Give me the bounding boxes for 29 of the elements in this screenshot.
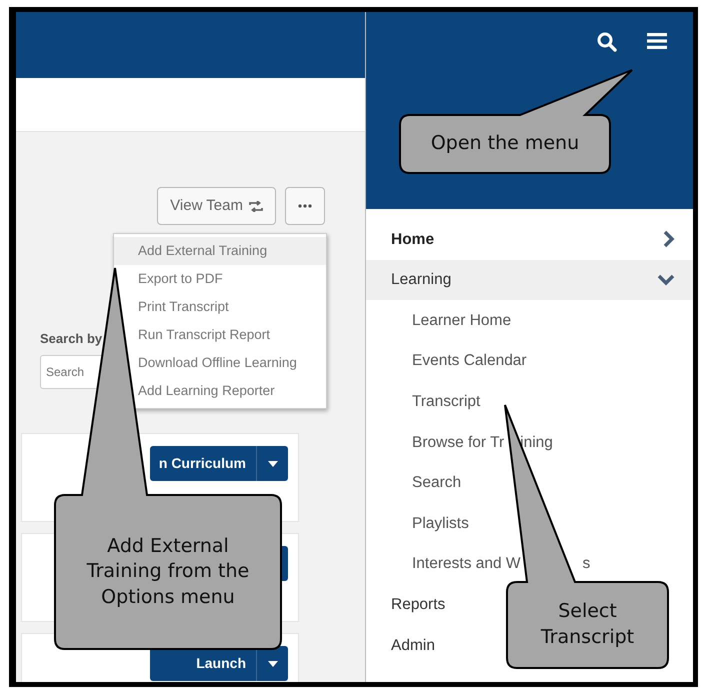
dropdown-button[interactable] (256, 646, 288, 681)
nav-item[interactable]: Learning (366, 260, 693, 300)
search-button[interactable] (597, 32, 617, 52)
caret-icon (268, 660, 278, 666)
nav-subitem[interactable]: Events Calendar (412, 349, 527, 373)
callout-text: Select Transcript (540, 599, 636, 650)
callout-text: Add External Training from the Options menu (86, 534, 250, 610)
dropdown-button[interactable] (256, 446, 288, 481)
caret-icon (268, 460, 278, 466)
nav-subitem[interactable]: ining (520, 430, 553, 454)
nav-subitem[interactable]: s (582, 552, 590, 576)
nav-subitem[interactable]: Search (412, 471, 462, 494)
swap-icon (249, 200, 263, 212)
nav-subitem[interactable]: Transcript (412, 390, 480, 414)
chevron-right-icon (663, 230, 675, 248)
search-label: Search by (40, 330, 102, 348)
more-icon (298, 204, 312, 208)
view-team-button[interactable]: View Team (157, 187, 276, 225)
chevron-down-icon (657, 274, 675, 286)
callout-text: Open the menu (430, 131, 580, 156)
nav-subitem[interactable]: Interests and W (412, 552, 521, 576)
menu-icon (647, 32, 667, 50)
action-button[interactable]: n Curriculum (150, 446, 256, 481)
nav-subitem[interactable]: Playlists (412, 512, 469, 536)
search-icon (597, 32, 617, 52)
nav-subitem[interactable]: Browse for Tr (412, 430, 504, 454)
menu-item[interactable]: Add External Training (114, 237, 326, 265)
menu-button[interactable] (647, 32, 667, 50)
nav-subitem[interactable]: Learner Home (412, 308, 512, 332)
